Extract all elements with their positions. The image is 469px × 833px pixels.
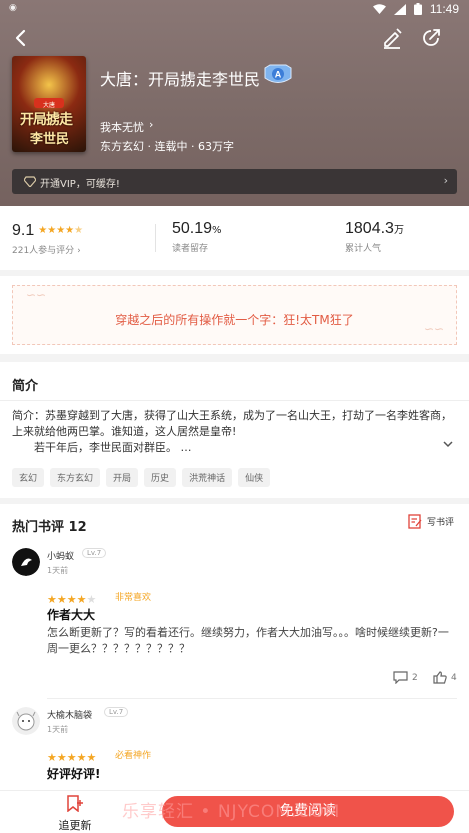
write-review-label: 写书评 (427, 518, 455, 528)
book-cover[interactable]: 大唐 开局掳走 李世民 (12, 56, 86, 152)
popularity-unit: 万 (393, 225, 404, 236)
quote-banner: ∽∽ ∽∽ 穿越之后的所有操作就一个字：狂!太TM狂了 (0, 276, 469, 354)
wifi-icon (372, 3, 386, 14)
rating-stat[interactable]: 9.1 ★★★★★ 221人参与评分 › (12, 218, 83, 256)
review-title: 好评好评! (47, 767, 101, 781)
retention-value: 50.19 (172, 220, 213, 237)
review-rating-label: 非常喜欢 (115, 593, 152, 603)
chevron-right-icon: › (77, 246, 81, 256)
author-link[interactable]: 我本无忧 (100, 119, 144, 135)
like-count: 4 (451, 672, 457, 683)
reviews-header: 热门书评 12 (12, 520, 87, 535)
level-badge: Lv.7 (104, 707, 129, 717)
vip-banner[interactable]: 开通VIP，可缓存! › (12, 169, 457, 194)
synopsis-line: 若干年后，李世民面对群臣。 … (34, 441, 192, 454)
level-badge: Lv.7 (82, 548, 107, 558)
review-username: 小蚂蚁 (47, 552, 75, 562)
edit-icon[interactable] (380, 26, 404, 50)
divider (47, 698, 457, 699)
stats-card: 9.1 ★★★★★ 221人参与评分 › 50.19% 读者留存 1804.3万 … (0, 206, 469, 270)
battery-icon (413, 3, 422, 15)
popularity-label: 累计人气 (345, 244, 382, 254)
bottom-action-bar: 追更新 免费阅读 (0, 790, 469, 833)
review-time: 1天前 (47, 566, 69, 575)
synopsis-text[interactable]: 简介：苏墨穿越到了大唐，获得了山大王系统，成为了一名山大王，打劫了一名李姓客商，… (12, 408, 452, 456)
synopsis-line: 简介：苏墨穿越到了大唐，获得了山大王系统，成为了一名山大王，打劫了一名李姓客商，… (12, 409, 452, 438)
retention-unit: % (212, 225, 222, 236)
follow-updates-label: 追更新 (58, 819, 92, 832)
back-arrow-icon[interactable] (9, 26, 33, 50)
tag-chip[interactable]: 洪荒神话 (182, 468, 233, 487)
review-stars: ★★★★★ (47, 751, 97, 764)
review-rating-label: 必看神作 (115, 751, 152, 761)
avatar[interactable] (12, 548, 40, 576)
tag-chip[interactable]: 玄幻 (12, 468, 45, 487)
review-stars: ★★★★★ (47, 593, 97, 606)
tag-chip[interactable]: 开局 (106, 468, 139, 487)
vip-badge-icon: A (264, 64, 292, 83)
cover-title-line1: 开局掳走 (20, 112, 73, 128)
review-title: 作者大大 (47, 608, 96, 622)
chevron-right-icon: › (149, 118, 154, 131)
rating-value: 9.1 (12, 222, 35, 239)
divider (155, 224, 156, 252)
tag-chip[interactable]: 东方玄幻 (50, 468, 101, 487)
chevron-down-icon[interactable] (441, 437, 455, 451)
book-header: ◉ 11:49 大唐 开局掳走 李世民 大唐：开局掳走李世民 A 我本无忧 › … (0, 0, 469, 206)
comment-button[interactable]: 2 (393, 671, 418, 684)
rating-count: 221人参与评分 (12, 246, 75, 256)
popularity-value: 1804.3 (345, 220, 394, 237)
reviews-section: 热门书评 12 写书评 小蚂蚁 Lv.7 1天前 ★★★★★ 非常喜欢 作者大大… (0, 504, 469, 790)
cover-tag: 大唐 (34, 98, 64, 109)
share-icon[interactable] (419, 26, 443, 50)
write-review-icon (408, 514, 422, 529)
cover-title-line2: 李世民 (30, 132, 70, 147)
chevron-right-icon: › (443, 174, 448, 187)
book-meta: 东方玄幻 · 连载中 · 63万字 (100, 140, 234, 153)
tag-chip[interactable]: 仙侠 (238, 468, 271, 487)
synopsis-title: 简介 (12, 379, 39, 394)
book-title: 大唐：开局掳走李世民 (100, 70, 261, 89)
avatar[interactable] (12, 707, 40, 735)
follow-updates-button[interactable]: 追更新 (50, 795, 100, 833)
review-username: 大榆木脑袋 (47, 711, 93, 721)
free-read-button[interactable]: 免费阅读 (162, 796, 454, 827)
quote-text: 穿越之后的所有操作就一个字：狂!太TM狂了 (115, 313, 354, 327)
write-review-button[interactable]: 写书评 (408, 514, 454, 529)
review-body: 怎么断更新了？写的看着还行。继续努力，作者大大加油写。。。啥时候继续更新?一周一… (47, 626, 449, 655)
notification-icon: ◉ (9, 3, 17, 13)
bookmark-add-icon (67, 795, 83, 813)
review-time: 1天前 (47, 725, 69, 734)
retention-label: 读者留存 (172, 244, 209, 254)
popularity-stat: 1804.3万 累计人气 (345, 218, 404, 254)
svg-text:A: A (275, 70, 282, 80)
clock: 11:49 (429, 2, 459, 16)
decor-icon: ∽∽ (26, 288, 47, 302)
diamond-icon (24, 176, 36, 187)
thumbs-up-icon (433, 671, 447, 684)
like-button[interactable]: 4 (433, 671, 457, 684)
nav-bar (0, 20, 469, 56)
rating-stars: ★★★★★ (38, 225, 84, 236)
tag-chip[interactable]: 历史 (144, 468, 177, 487)
tag-list: 玄幻 东方玄幻 开局 历史 洪荒神话 仙侠 (12, 468, 271, 487)
comment-icon (393, 671, 408, 684)
vip-banner-text: 开通VIP，可缓存! (40, 179, 120, 190)
status-bar: ◉ 11:49 (0, 0, 469, 20)
divider (0, 400, 469, 401)
synopsis-section: 简介 简介：苏墨穿越到了大唐，获得了山大王系统，成为了一名山大王，打劫了一名李姓… (0, 362, 469, 498)
retention-stat: 50.19% 读者留存 (172, 218, 222, 254)
comment-count: 2 (412, 672, 418, 683)
signal-icon (393, 3, 406, 15)
